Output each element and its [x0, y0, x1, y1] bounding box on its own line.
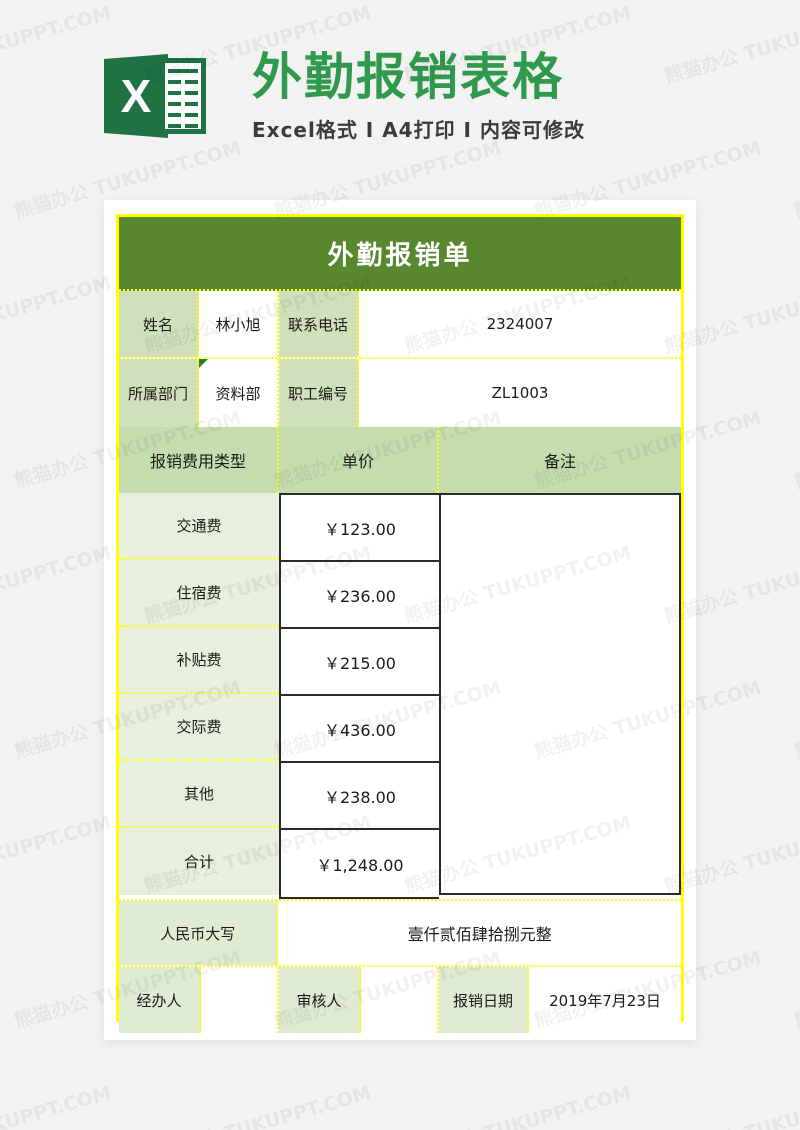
handler-label: 经办人	[119, 967, 201, 1033]
capital-amount-row: 人民币大写 壹仟贰佰肆拾捌元整	[119, 899, 681, 965]
department-value[interactable]: 资料部	[199, 359, 279, 427]
capital-amount-label: 人民币大写	[119, 901, 279, 965]
expense-type-cell: 补贴费	[119, 627, 279, 694]
employee-id-label: 职工编号	[279, 359, 359, 427]
name-value[interactable]: 林小旭	[199, 291, 279, 357]
cell-comment-marker-icon	[199, 359, 208, 368]
expense-type-column: 交通费 住宿费 补贴费 交际费 其他 合计	[119, 493, 279, 899]
watermark-text: 熊猫办公 TUKUPPT.COM	[0, 811, 114, 898]
expense-total-value[interactable]: ￥1,248.00	[281, 830, 439, 897]
promo-subtitle: Excel格式 Ⅰ A4打印 Ⅰ 内容可修改	[252, 118, 585, 142]
watermark-text: 熊猫办公 TUKUPPT.COM	[401, 1081, 634, 1130]
expense-table-body: 交通费 住宿费 补贴费 交际费 其他 合计 ￥123.00 ￥236.00 ￥2…	[119, 493, 681, 899]
column-header-note: 备注	[439, 427, 681, 493]
watermark-text: 熊猫办公 TUKUPPT.COM	[662, 1081, 800, 1130]
expense-price-column: ￥123.00 ￥236.00 ￥215.00 ￥436.00 ￥238.00 …	[279, 493, 439, 899]
excel-logo-icon: X	[104, 48, 208, 144]
expense-total-label: 合计	[119, 828, 279, 895]
promo-header: X 外勤报销表格 Excel格式 Ⅰ A4打印 Ⅰ 内容可修改	[0, 0, 800, 200]
sheet-card: 外勤报销单 姓名 林小旭 联系电话 2324007 所属部门 资料部 职工编号 …	[104, 200, 696, 1040]
column-header-type: 报销费用类型	[119, 427, 279, 493]
expense-price-cell[interactable]: ￥215.00	[281, 629, 439, 696]
expense-price-cell[interactable]: ￥238.00	[281, 763, 439, 830]
department-value-text: 资料部	[215, 384, 261, 403]
expense-price-cell[interactable]: ￥436.00	[281, 696, 439, 763]
info-row: 所属部门 资料部 职工编号 ZL1003	[119, 359, 681, 427]
department-label: 所属部门	[119, 359, 199, 427]
column-header-price: 单价	[279, 427, 439, 493]
reimburse-date-label: 报销日期	[439, 967, 529, 1033]
reimburse-date-value[interactable]: 2019年7月23日	[529, 967, 681, 1033]
auditor-value[interactable]	[361, 967, 439, 1033]
expense-type-cell: 其他	[119, 761, 279, 828]
name-label: 姓名	[119, 291, 199, 357]
watermark-text: 熊猫办公 TUKUPPT.COM	[0, 271, 114, 358]
expense-type-cell: 住宿费	[119, 560, 279, 627]
phone-value[interactable]: 2324007	[359, 291, 681, 357]
form-title: 外勤报销单	[119, 217, 681, 291]
expense-type-cell: 交际费	[119, 694, 279, 761]
expense-form: 外勤报销单 姓名 林小旭 联系电话 2324007 所属部门 资料部 职工编号 …	[116, 214, 684, 1033]
capital-amount-value[interactable]: 壹仟贰佰肆拾捌元整	[278, 901, 681, 965]
excel-logo-letter: X	[120, 70, 152, 122]
expense-price-cell[interactable]: ￥236.00	[281, 562, 439, 629]
expense-price-cell[interactable]: ￥123.00	[281, 495, 439, 562]
promo-title: 外勤报销表格	[252, 48, 564, 106]
watermark-text: 熊猫办公 TUKUPPT.COM	[141, 1081, 374, 1130]
watermark-text: 熊猫办公 TUKUPPT.COM	[791, 677, 800, 763]
watermark-text: 熊猫办公 TUKUPPT.COM	[0, 1081, 114, 1130]
signature-row: 经办人 审核人 报销日期 2019年7月23日	[119, 965, 681, 1033]
watermark-text: 熊猫办公 TUKUPPT.COM	[791, 407, 800, 493]
info-row: 姓名 林小旭 联系电话 2324007	[119, 291, 681, 359]
phone-label: 联系电话	[279, 291, 359, 357]
handler-value[interactable]	[201, 967, 279, 1033]
employee-id-value[interactable]: ZL1003	[359, 359, 681, 427]
expense-type-cell: 交通费	[119, 493, 279, 560]
expense-note-cell[interactable]	[439, 493, 681, 895]
excel-logo-grid	[160, 58, 206, 134]
watermark-text: 熊猫办公 TUKUPPT.COM	[0, 541, 114, 628]
expense-table-header: 报销费用类型 单价 备注	[119, 427, 681, 493]
auditor-label: 审核人	[279, 967, 361, 1033]
watermark-text: 熊猫办公 TUKUPPT.COM	[791, 947, 800, 1033]
